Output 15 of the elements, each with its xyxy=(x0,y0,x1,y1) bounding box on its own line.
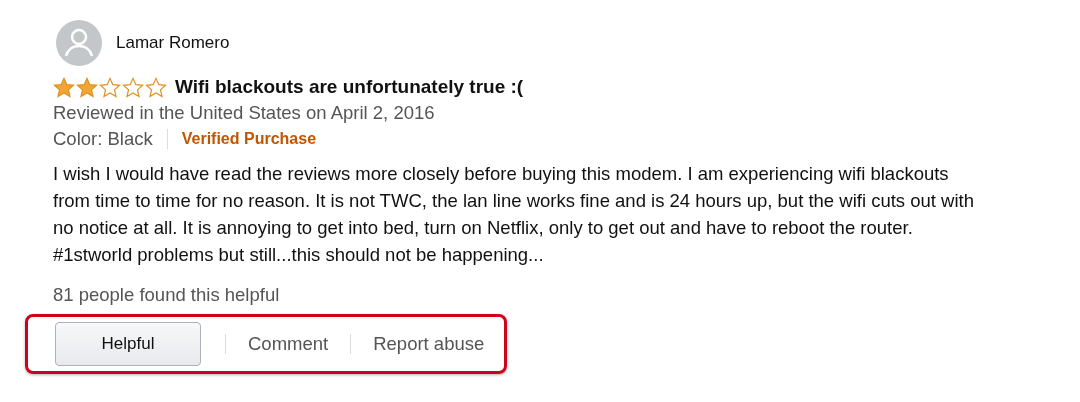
helpful-button[interactable]: Helpful xyxy=(55,322,201,366)
reviewer-name[interactable]: Lamar Romero xyxy=(116,33,230,53)
review-title[interactable]: Wifi blackouts are unfortunately true :( xyxy=(175,76,524,98)
verified-purchase-label: Verified Purchase xyxy=(181,130,317,148)
avatar-icon xyxy=(56,20,102,66)
helpful-count: 81 people found this helpful xyxy=(53,284,281,306)
review-text: I wish I would have read the reviews more closely before buying this modem. I am experiencing wifi blackouts from time to time for no reason. It is not TWC, the lan line works fine and is 24 hours up, but the wifi cuts out with no notice at all. It is annoying to get into bed, turn on Netflix, only to get out and have to reboot the router. #1stworld problems but still...this should not be happening... xyxy=(53,162,975,267)
review-date: Reviewed in the United States on April 2, 2016 xyxy=(53,102,436,124)
empty-star-icon xyxy=(122,76,144,98)
filled-star-icon xyxy=(76,76,98,98)
action-link[interactable]: Comment xyxy=(248,333,329,355)
empty-star-icon xyxy=(145,76,167,98)
action-link[interactable]: Report abuse xyxy=(373,333,485,355)
color-variant: Color: Black xyxy=(53,128,153,150)
filled-star-icon xyxy=(53,76,75,98)
